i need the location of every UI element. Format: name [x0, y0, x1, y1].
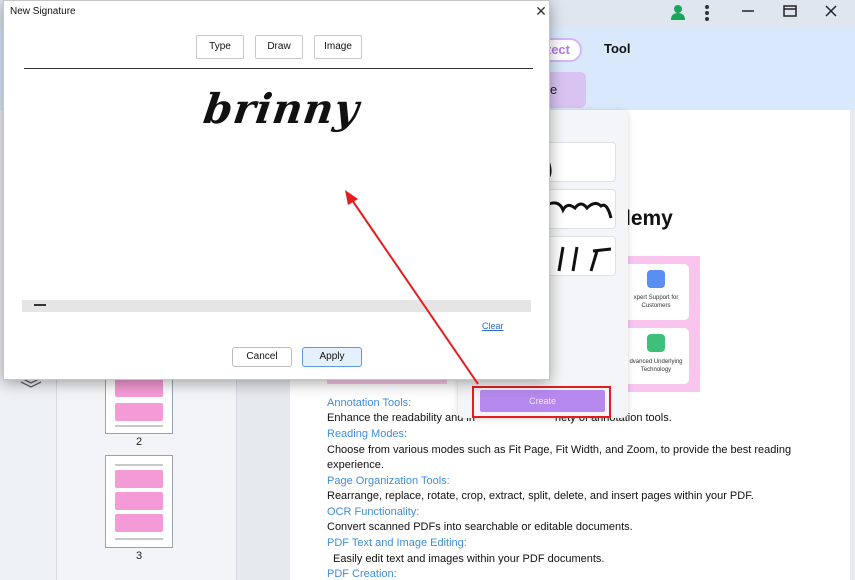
slider-handle[interactable] [34, 304, 46, 306]
draw-mode-button[interactable]: Draw [255, 35, 303, 59]
image-mode-button[interactable]: Image [314, 35, 362, 59]
maximize-icon[interactable] [779, 4, 801, 24]
highlight-box [472, 386, 611, 418]
feature-card-label: dvanced Underlying Technology [629, 359, 683, 373]
feature-card: xpert Support for Customers [623, 264, 689, 320]
document-text: Rearrange, replace, rotate, crop, extrac… [327, 490, 754, 502]
page-thumbnail[interactable] [105, 455, 173, 548]
feature-card-label: xpert Support for Customers [633, 295, 679, 309]
section-heading: Reading Modes: [327, 428, 408, 440]
section-heading: Annotation Tools: [327, 397, 412, 409]
document-text: Convert scanned PDFs into searchable or … [327, 521, 633, 533]
feature-card: dvanced Underlying Technology [623, 328, 689, 384]
tab-tool[interactable]: Tool [604, 41, 630, 56]
close-icon[interactable]: ✕ [534, 3, 548, 19]
apply-button[interactable]: Apply [302, 347, 362, 367]
dialog-title: New Signature [10, 6, 76, 17]
technology-icon [647, 334, 665, 352]
more-options-icon[interactable] [696, 4, 718, 24]
section-heading: PDF Text and Image Editing: [327, 537, 467, 549]
support-icon [647, 270, 665, 288]
type-mode-button[interactable]: Type [196, 35, 244, 59]
user-icon[interactable] [667, 4, 689, 24]
minimize-icon[interactable] [737, 4, 759, 24]
section-heading: OCR Functionality: [327, 506, 420, 518]
document-text: Easily edit text and images within your … [333, 553, 605, 565]
size-slider[interactable] [22, 300, 531, 312]
close-window-icon[interactable] [820, 4, 842, 24]
document-text: Enhance the readability and in [327, 412, 475, 424]
clear-link[interactable]: Clear [482, 321, 504, 331]
document-text: experience. [327, 459, 384, 471]
section-heading: PDF Creation: [327, 568, 397, 580]
signature-text[interactable]: brinny [201, 85, 363, 133]
page-number: 3 [135, 550, 143, 562]
cancel-button[interactable]: Cancel [232, 347, 292, 367]
section-heading: Page Organization Tools: [327, 475, 450, 487]
divider [24, 68, 533, 69]
new-signature-dialog: New Signature ✕ Type Draw Image brinny C… [3, 0, 550, 380]
document-text: Choose from various modes such as Fit Pa… [327, 444, 792, 456]
page-number: 2 [135, 436, 143, 448]
